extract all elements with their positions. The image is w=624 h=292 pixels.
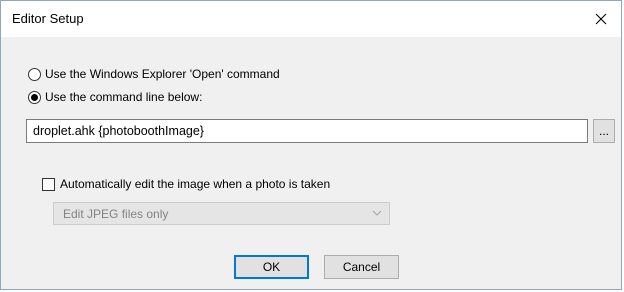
browse-button[interactable]: ...: [593, 119, 615, 143]
auto-edit-checkbox[interactable]: [42, 177, 55, 191]
auto-edit-checkbox-row[interactable]: Automatically edit the image when a phot…: [42, 177, 330, 191]
close-button[interactable]: [581, 1, 621, 37]
title-bar[interactable]: Editor Setup: [1, 1, 621, 37]
ok-button[interactable]: OK: [234, 255, 309, 279]
chevron-down-icon: [372, 210, 382, 216]
dialog-title: Editor Setup: [12, 11, 84, 26]
edit-filter-select[interactable]: Edit JPEG files only: [53, 202, 390, 225]
radio-command-line-label: Use the command line below:: [45, 90, 203, 104]
command-line-input[interactable]: droplet.ahk {photoboothImage}: [26, 119, 588, 143]
radio-explorer-open-circle[interactable]: [28, 67, 41, 81]
radio-explorer-open[interactable]: Use the Windows Explorer 'Open' command: [28, 67, 280, 81]
radio-command-line[interactable]: Use the command line below:: [28, 90, 202, 104]
auto-edit-label: Automatically edit the image when a phot…: [60, 177, 331, 191]
cancel-button[interactable]: Cancel: [324, 255, 399, 279]
radio-command-line-circle[interactable]: [28, 90, 41, 104]
edit-filter-select-value: Edit JPEG files only: [63, 206, 169, 221]
close-icon: [595, 13, 607, 25]
editor-setup-dialog: Editor Setup Use the Windows Explorer 'O…: [0, 0, 622, 290]
dialog-body: Use the Windows Explorer 'Open' command …: [1, 37, 621, 291]
radio-explorer-open-label: Use the Windows Explorer 'Open' command: [45, 67, 280, 81]
